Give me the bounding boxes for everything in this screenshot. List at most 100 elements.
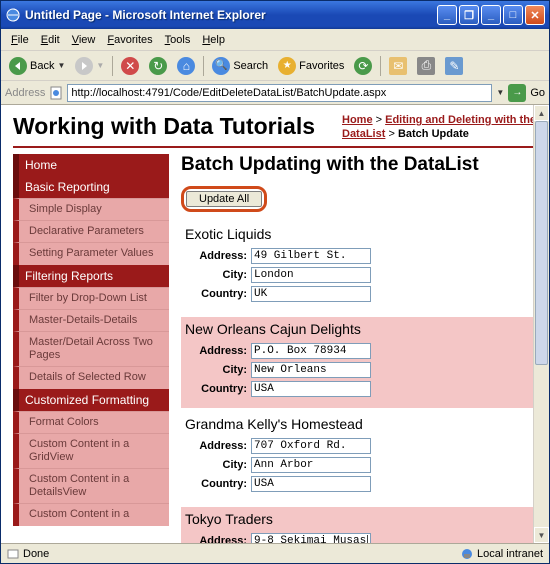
stop-button[interactable]: ✕ [117,55,143,77]
divider [13,146,537,148]
done-icon [7,548,19,560]
vertical-scrollbar[interactable]: ▲ ▼ [533,105,549,543]
address-input[interactable] [251,438,371,454]
address-label: Address: [185,250,247,262]
home-icon: ⌂ [177,57,195,75]
dropdown-icon[interactable]: ▼ [496,88,504,97]
back-button[interactable]: Back ▼ [5,55,69,77]
menu-help[interactable]: Help [196,32,231,48]
nav-item-custom-content-in-a-gridview[interactable]: Custom Content in a GridView [13,433,169,468]
update-all-highlight: Update All [181,186,267,212]
address-label: Address: [185,345,247,357]
forward-button[interactable]: ▼ [71,55,108,77]
nav-header-basic-reporting[interactable]: Basic Reporting [13,176,169,198]
nav-header-home[interactable]: Home [13,154,169,176]
maximize-button[interactable]: □ [503,5,523,25]
status-text: Done [23,548,49,560]
country-input[interactable] [251,476,371,492]
window-buttons: _ ❐ _ □ ✕ [437,5,545,25]
address-input[interactable] [251,248,371,264]
nav-item-master-detail-across-two-pages[interactable]: Master/Detail Across Two Pages [13,331,169,366]
edit-button[interactable]: ✎ [441,55,467,77]
page-heading: Batch Updating with the DataList [181,154,537,176]
home-button[interactable]: ⌂ [173,55,199,77]
menu-tools[interactable]: Tools [159,32,197,48]
separator [112,56,113,76]
minimize2-button[interactable]: _ [481,5,501,25]
nav-item-details-of-selected-row[interactable]: Details of Selected Row [13,366,169,388]
nav-item-format-colors[interactable]: Format Colors [13,411,169,433]
forward-icon [75,57,93,75]
back-icon [9,57,27,75]
search-button[interactable]: 🔍 Search [208,55,272,77]
record: Tokyo TradersAddress:City:Country: [181,507,537,543]
search-icon: 🔍 [212,57,230,75]
go-button[interactable]: → [508,84,526,102]
record: Exotic LiquidsAddress:City:Country: [181,222,537,313]
intranet-icon [461,548,473,560]
breadcrumb-home[interactable]: Home [342,114,373,126]
scroll-track[interactable] [534,121,549,527]
scroll-down-icon[interactable]: ▼ [534,527,549,543]
go-label: Go [530,87,545,99]
city-input[interactable] [251,267,371,283]
nav-item-setting-parameter-values[interactable]: Setting Parameter Values [13,242,169,264]
country-input[interactable] [251,381,371,397]
country-label: Country: [185,288,247,300]
menu-file[interactable]: File [5,32,35,48]
country-label: Country: [185,478,247,490]
minimize-button[interactable]: _ [437,5,457,25]
scroll-up-icon[interactable]: ▲ [534,105,549,121]
city-input[interactable] [251,362,371,378]
nav-header-filtering-reports[interactable]: Filtering Reports [13,265,169,287]
sidebar: HomeBasic ReportingSimple DisplayDeclara… [13,154,169,543]
content-area: Home > Editing and Deleting with the Dat… [1,105,549,543]
history-button[interactable]: ⟳ [350,55,376,77]
edit-icon: ✎ [445,57,463,75]
refresh-icon: ↻ [149,57,167,75]
city-input[interactable] [251,457,371,473]
nav-item-simple-display[interactable]: Simple Display [13,198,169,220]
stop-icon: ✕ [121,57,139,75]
address-label: Address [5,87,45,99]
dropdown-icon: ▼ [57,61,65,70]
address-input[interactable] [67,84,492,102]
page: Home > Editing and Deleting with the Dat… [1,105,549,543]
browser-window: Untitled Page - Microsoft Internet Explo… [0,0,550,564]
menu-edit[interactable]: Edit [35,32,66,48]
nav-header-customized-formatting[interactable]: Customized Formatting [13,389,169,411]
nav-item-custom-content-in-a-detailsview[interactable]: Custom Content in a DetailsView [13,468,169,503]
record: New Orleans Cajun DelightsAddress:City:C… [181,317,537,408]
zone-text: Local intranet [477,548,543,560]
update-all-button[interactable]: Update All [186,191,262,207]
scroll-thumb[interactable] [535,121,548,365]
favorites-button[interactable]: ★ Favorites [274,55,348,77]
ie-icon [5,7,21,23]
mail-button[interactable]: ✉ [385,55,411,77]
city-label: City: [185,459,247,471]
restore-button[interactable]: ❐ [459,5,479,25]
record: Grandma Kelly's HomesteadAddress:City:Co… [181,412,537,503]
statusbar: Done Local intranet [1,543,549,563]
address-input[interactable] [251,533,371,543]
address-input[interactable] [251,343,371,359]
print-button[interactable]: ⎙ [413,55,439,77]
menu-favorites[interactable]: Favorites [101,32,158,48]
close-button[interactable]: ✕ [525,5,545,25]
record-name: Exotic Liquids [185,226,533,242]
mail-icon: ✉ [389,57,407,75]
menu-view[interactable]: View [66,32,102,48]
city-label: City: [185,364,247,376]
status-left: Done [7,548,49,560]
nav-item-filter-by-drop-down-list[interactable]: Filter by Drop-Down List [13,287,169,309]
print-icon: ⎙ [417,57,435,75]
star-icon: ★ [278,57,296,75]
record-name: Tokyo Traders [185,511,533,527]
dropdown-icon: ▼ [96,61,104,70]
nav-item-custom-content-in-a[interactable]: Custom Content in a [13,503,169,525]
address-label: Address: [185,440,247,452]
nav-item-master-details-details[interactable]: Master-Details-Details [13,309,169,331]
refresh-button[interactable]: ↻ [145,55,171,77]
country-input[interactable] [251,286,371,302]
nav-item-declarative-parameters[interactable]: Declarative Parameters [13,220,169,242]
